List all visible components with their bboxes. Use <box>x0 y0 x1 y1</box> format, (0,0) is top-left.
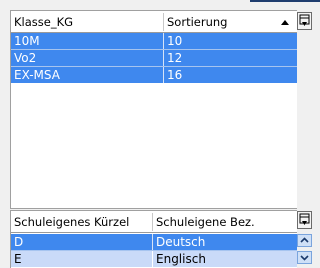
column-chooser-icon <box>299 213 310 225</box>
cell-sortierung: 16 <box>167 68 183 82</box>
cell-kuerzel: E <box>14 252 22 266</box>
window-edge <box>250 0 320 2</box>
column-chooser-button[interactable] <box>297 12 312 30</box>
cell-klasse: EX-MSA <box>14 68 60 82</box>
column-header-klasse-kg[interactable]: Klasse_KG <box>11 11 163 33</box>
cell-bezeichnung: Englisch <box>156 252 206 266</box>
sort-ascending-icon <box>281 20 289 25</box>
column-header-sortierung[interactable]: Sortierung <box>164 11 274 33</box>
cell-bezeichnung: Deutsch <box>156 235 206 249</box>
column-header-schuleigenes-kuerzel[interactable]: Schuleigenes Kürzel <box>11 211 152 233</box>
column-chooser-icon <box>299 14 310 26</box>
vertical-scrollbar[interactable] <box>297 231 312 268</box>
table-row[interactable]: E Englisch <box>11 251 297 267</box>
scroll-down-button[interactable] <box>297 251 312 264</box>
column-chooser-button[interactable] <box>297 211 312 229</box>
klassen-grid: Klasse_KG Sortierung 10M 10 Vo2 12 EX-MS… <box>10 10 297 209</box>
cell-sortierung: 10 <box>167 34 183 48</box>
cell-klasse: Vo2 <box>14 51 37 65</box>
cell-kuerzel: D <box>14 235 24 249</box>
table-row[interactable]: EX-MSA 16 <box>11 67 297 83</box>
table-row[interactable]: D Deutsch <box>11 234 297 250</box>
scroll-up-icon <box>300 237 309 243</box>
grid-header: Schuleigenes Kürzel Schuleigene Bez. <box>11 211 297 233</box>
table-row[interactable]: Vo2 12 <box>11 50 297 66</box>
scroll-up-button[interactable] <box>297 234 312 247</box>
schulbez-grid: Schuleigenes Kürzel Schuleigene Bez. D D… <box>10 210 297 268</box>
table-row[interactable]: 10M 10 <box>11 33 297 49</box>
cell-sortierung: 12 <box>167 51 183 65</box>
grid-header: Klasse_KG Sortierung <box>11 11 297 33</box>
cell-klasse: 10M <box>14 34 40 48</box>
scroll-down-icon <box>300 255 309 261</box>
column-header-schuleigene-bez[interactable]: Schuleigene Bez. <box>153 211 293 233</box>
